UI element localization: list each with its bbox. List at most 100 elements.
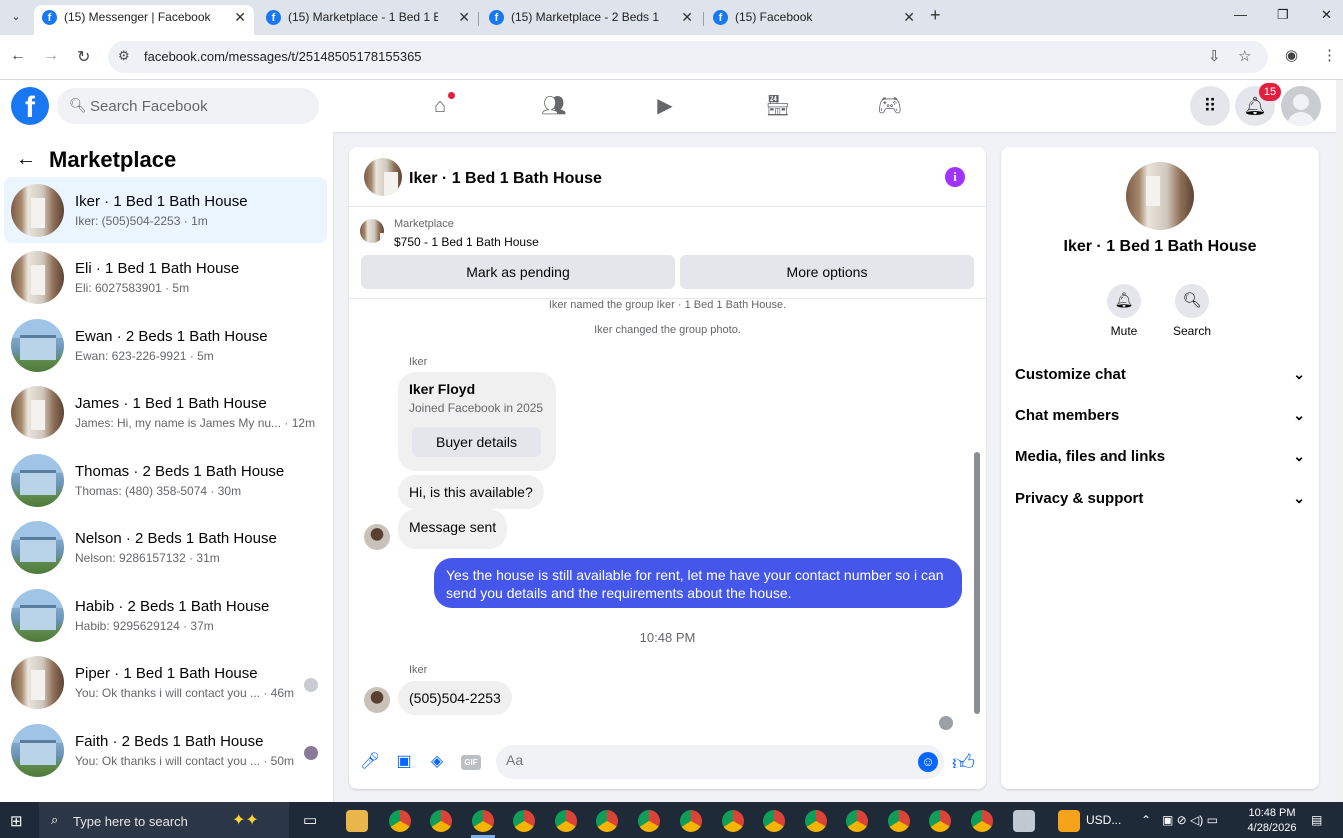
listing-thumbnail[interactable]	[360, 219, 384, 243]
chrome-app-icon[interactable]	[846, 810, 868, 832]
taskbar-search-placeholder[interactable]: Type here to search	[73, 814, 188, 829]
tray-icons[interactable]: ▣ ⊘ ◁) ▭	[1162, 813, 1218, 827]
site-settings-icon[interactable]: ⚙	[118, 48, 130, 64]
gif-icon[interactable]: GIF	[461, 755, 481, 770]
back-arrow-icon[interactable]: ←	[10, 47, 26, 65]
section-privacy-support[interactable]: Privacy & support ⌄	[1015, 490, 1305, 512]
bell-icon[interactable]: 🔔︎	[1107, 284, 1141, 318]
new-tab-icon[interactable]: +	[930, 5, 941, 26]
close-tab-icon[interactable]: ✕	[903, 5, 915, 29]
search-action[interactable]: 🔍︎ Search	[1162, 284, 1222, 338]
conversation-item[interactable]: Ewan · 2 Beds 1 Bath House Ewan: 623-226…	[4, 312, 327, 378]
tab-marketplace-2[interactable]: f (15) Marketplace - 2 Beds 1 Bat ✕	[481, 5, 701, 35]
mark-as-pending-button[interactable]: Mark as pending	[361, 255, 675, 289]
message-bubble[interactable]: (505)504-2253	[398, 681, 512, 715]
chat-title[interactable]: Iker · 1 Bed 1 Bath House	[409, 170, 602, 188]
windows-start-icon[interactable]: ⊞	[10, 812, 23, 830]
app-icon[interactable]	[1013, 810, 1035, 832]
restore-icon[interactable]: ❐	[1277, 7, 1289, 23]
chrome-app-icon[interactable]	[430, 810, 452, 832]
chevron-down-icon[interactable]: ⌄	[1293, 490, 1305, 507]
back-arrow-icon[interactable]: ←	[16, 148, 36, 171]
conversation-item[interactable]: Piper · 1 Bed 1 Bath House You: Ok thank…	[4, 649, 327, 715]
menu-grid-icon[interactable]: ⠿	[1190, 86, 1230, 126]
chevron-down-icon[interactable]: ⌄	[1293, 448, 1305, 465]
conversation-item[interactable]: Habib · 2 Beds 1 Bath House Habib: 92956…	[4, 582, 327, 648]
chevron-down-icon[interactable]: ⌄	[1293, 366, 1305, 383]
profile-icon[interactable]: ◉	[1285, 46, 1298, 64]
address-url[interactable]: facebook.com/messages/t/2514850517815536…	[144, 49, 422, 64]
group-avatar[interactable]	[1126, 162, 1194, 230]
notification-center-icon[interactable]: ▤	[1311, 813, 1322, 827]
chrome-app-icon[interactable]	[888, 810, 910, 832]
section-chat-members[interactable]: Chat members ⌄	[1015, 407, 1305, 429]
message-bubble[interactable]: Message sent	[398, 509, 508, 549]
sticker-icon[interactable]: ◈	[426, 751, 448, 773]
tab-messenger[interactable]: f (15) Messenger | Facebook ✕	[34, 5, 254, 35]
task-view-icon[interactable]: ▭	[303, 811, 317, 829]
facebook-logo-icon[interactable]: f	[11, 87, 49, 125]
message-input-box[interactable]: ☺	[496, 745, 944, 779]
page-scrollbar[interactable]	[1336, 80, 1343, 802]
video-icon[interactable]: ▶	[653, 94, 677, 118]
search-placeholder[interactable]: Search Facebook	[90, 98, 208, 115]
tab-marketplace-1[interactable]: f (15) Marketplace - 1 Bed 1 Bath ✕	[258, 5, 478, 35]
section-media-files-links[interactable]: Media, files and links ⌄	[1015, 448, 1305, 470]
sender-avatar[interactable]	[364, 687, 390, 713]
listing-title[interactable]: $750 - 1 Bed 1 Bath House	[394, 235, 539, 249]
conversation-item[interactable]: Faith · 2 Beds 1 Bath House You: Ok than…	[4, 717, 327, 783]
chrome-app-icon[interactable]	[763, 810, 785, 832]
tab-facebook[interactable]: f (15) Facebook ✕	[705, 5, 923, 35]
reload-icon[interactable]: ↻	[77, 47, 90, 67]
tab-search-icon[interactable]: ⌄	[6, 7, 26, 27]
address-bar[interactable]: ⚙ facebook.com/messages/t/25148505178155…	[108, 41, 1268, 73]
search-icon[interactable]: 🔍︎	[1175, 284, 1209, 318]
thumbs-up-icon[interactable]: 👍︎	[952, 749, 975, 776]
browser-menu-icon[interactable]: ⋮	[1322, 46, 1337, 64]
conversation-item[interactable]: Nelson · 2 Beds 1 Bath House Nelson: 928…	[4, 514, 327, 580]
chrome-app-icon[interactable]	[805, 810, 827, 832]
chat-scrollbar-thumb[interactable]	[974, 452, 980, 714]
chrome-app-icon[interactable]	[971, 810, 993, 832]
close-tab-icon[interactable]: ✕	[681, 5, 693, 29]
minimize-icon[interactable]: —	[1234, 7, 1247, 22]
photo-icon[interactable]: ▣	[393, 751, 415, 773]
close-window-icon[interactable]: ✕	[1321, 7, 1332, 23]
chrome-app-icon[interactable]	[680, 810, 702, 832]
facebook-search-box[interactable]: 🔍︎ Search Facebook	[57, 88, 319, 124]
install-app-icon[interactable]: ⇩	[1208, 47, 1221, 65]
chrome-app-icon[interactable]	[596, 810, 618, 832]
microphone-icon[interactable]: 🎤︎	[359, 751, 381, 773]
conversation-item[interactable]: James · 1 Bed 1 Bath House James: Hi, my…	[4, 379, 327, 445]
taskbar-clock[interactable]: 10:48 PM 4/28/2026	[1246, 806, 1298, 836]
emoji-icon[interactable]: ☺	[918, 752, 938, 772]
chrome-app-icon[interactable]	[638, 810, 660, 832]
friends-icon[interactable]: 👥︎	[541, 94, 566, 118]
close-tab-icon[interactable]: ✕	[234, 5, 246, 29]
chrome-app-icon[interactable]	[722, 810, 744, 832]
marketplace-icon[interactable]: 🏪︎	[765, 94, 790, 118]
conversation-item[interactable]: Iker · 1 Bed 1 Bath House Iker: (505)504…	[4, 177, 327, 243]
bookmark-star-icon[interactable]: ☆	[1238, 47, 1251, 65]
chat-scrollbar[interactable]	[972, 302, 982, 727]
my-message-bubble[interactable]: Yes the house is still available for ren…	[434, 558, 962, 608]
message-input[interactable]	[506, 752, 906, 768]
close-tab-icon[interactable]: ✕	[458, 5, 470, 29]
chevron-down-icon[interactable]: ⌄	[1293, 407, 1305, 424]
file-explorer-icon[interactable]	[346, 810, 368, 832]
info-icon[interactable]: i	[945, 167, 965, 187]
tray-chevron-icon[interactable]: ⌃	[1141, 813, 1151, 827]
chrome-app-icon[interactable]	[472, 810, 494, 832]
mute-action[interactable]: 🔔︎ Mute	[1094, 284, 1154, 338]
message-bubble[interactable]: Hi, is this available?	[398, 475, 544, 509]
chrome-app-icon[interactable]	[929, 810, 951, 832]
chat-avatar[interactable]	[364, 158, 402, 196]
sender-avatar[interactable]	[364, 524, 390, 550]
buyer-details-button[interactable]: Buyer details	[412, 427, 541, 457]
weather-ticker-icon[interactable]	[1058, 810, 1080, 832]
ticker-text[interactable]: USD...	[1086, 813, 1121, 827]
sparkle-icon[interactable]: ✦✦	[232, 810, 259, 830]
account-avatar[interactable]	[1281, 86, 1321, 126]
chrome-app-icon[interactable]	[555, 810, 577, 832]
chrome-app-icon[interactable]	[389, 810, 411, 832]
